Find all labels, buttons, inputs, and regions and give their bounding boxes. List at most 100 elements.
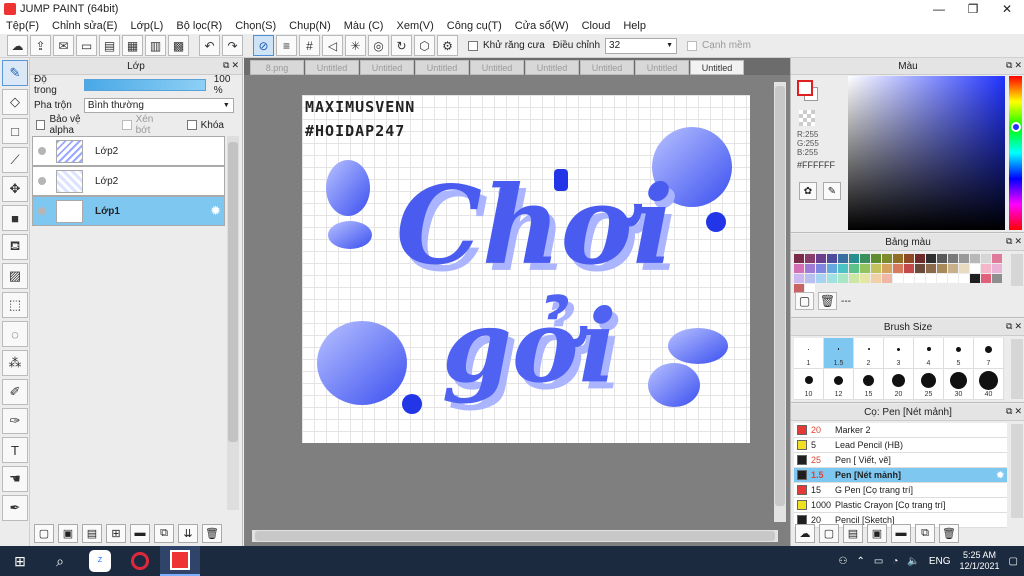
brush-size-option[interactable]: 1 [794, 338, 824, 369]
tab-document[interactable]: Untitled [525, 60, 579, 75]
hue-slider[interactable] [1009, 76, 1022, 230]
lock-checkbox[interactable]: Khóa [186, 120, 224, 131]
brush-menu-icon[interactable]: ▤ [843, 523, 863, 543]
radial-icon[interactable]: ✳ [345, 35, 366, 56]
palette-scrollbar[interactable] [1011, 254, 1023, 286]
palette-swatch[interactable] [992, 254, 1002, 263]
show-hidden-icons-icon[interactable]: ⌃ [856, 556, 864, 567]
palette-swatch[interactable] [827, 264, 837, 273]
brush-size-scrollbar[interactable] [1011, 339, 1023, 399]
palette-swatch[interactable] [893, 254, 903, 263]
move-tool-icon[interactable]: ✥ [2, 176, 28, 202]
palette-swatch[interactable] [882, 264, 892, 273]
opera-browser-icon[interactable] [120, 546, 160, 576]
tab-document[interactable]: 8.png [250, 60, 304, 75]
jump-paint-taskbar-icon[interactable] [160, 546, 200, 576]
palette-icon[interactable]: ✿ [799, 182, 817, 200]
palette-swatch[interactable] [959, 274, 969, 283]
palette-swatch[interactable] [992, 264, 1002, 273]
magic-wand-tool-icon[interactable]: ⁂ [2, 350, 28, 376]
palette-swatch[interactable] [915, 274, 925, 283]
palette-swatch[interactable] [871, 274, 881, 283]
brush-size-option[interactable]: 40 [974, 369, 1004, 400]
brush-size-option[interactable]: 4 [914, 338, 944, 369]
menu-edit[interactable]: Chỉnh sửa(E) [46, 20, 124, 32]
tab-document[interactable]: Untitled [360, 60, 414, 75]
grid-icon[interactable]: # [299, 35, 320, 56]
brush-trash-icon[interactable]: 🗑 [939, 523, 959, 543]
palette-swatch[interactable] [871, 264, 881, 273]
select-rect-tool-icon[interactable]: ⬚ [2, 292, 28, 318]
tab-document-active[interactable]: Untitled [690, 60, 744, 75]
palette-swatch[interactable] [794, 274, 804, 283]
cloud-icon[interactable]: ☁ [7, 35, 28, 56]
palette-swatch[interactable] [948, 274, 958, 283]
menu-tools[interactable]: Công cụ(T) [441, 20, 509, 32]
panel-close-icon[interactable]: ✕ [231, 60, 239, 71]
palette-swatch[interactable] [948, 254, 958, 263]
menu-select[interactable]: Chọn(S) [229, 20, 283, 32]
palette-swatch[interactable] [860, 254, 870, 263]
layer-scrollbar[interactable] [227, 136, 239, 510]
palette-swatch[interactable] [893, 264, 903, 273]
comment-icon[interactable]: ✉ [53, 35, 74, 56]
layer-item[interactable]: Lớp2 [32, 136, 225, 166]
palette-swatch[interactable] [838, 264, 848, 273]
layer-item[interactable]: Lớp2 [32, 166, 225, 196]
brush-size-option[interactable]: 1.5 [824, 338, 854, 369]
volume-icon[interactable]: 🔈 [907, 556, 919, 567]
network-icon[interactable]: ◔ [892, 556, 898, 567]
brush-tool-icon[interactable]: ✎ [2, 60, 28, 86]
soft-edge-checkbox[interactable] [687, 40, 698, 51]
tab-document[interactable]: Untitled [415, 60, 469, 75]
brush-item[interactable]: 1.5 Pen [Nét mảnh] ✹ [794, 468, 1007, 483]
hue-slider-knob[interactable] [1011, 122, 1021, 132]
page-icon[interactable]: ▤ [99, 35, 120, 56]
input-language[interactable]: ENG [929, 556, 951, 567]
new-layer-1bit-icon[interactable]: ▤ [82, 523, 102, 543]
palette-swatch[interactable] [992, 274, 1002, 283]
redo-icon[interactable]: ↷ [222, 35, 243, 56]
palette-swatch[interactable] [981, 254, 991, 263]
palette-swatch[interactable] [882, 274, 892, 283]
palette-swatch[interactable] [926, 274, 936, 283]
adjust-select[interactable]: 32 ▼ [605, 37, 678, 54]
palette-swatch[interactable] [970, 264, 980, 273]
brush-copy-icon[interactable]: ▣ [867, 523, 887, 543]
palette-swatch[interactable] [915, 264, 925, 273]
brush-size-option[interactable]: 12 [824, 369, 854, 400]
palette-swatch[interactable] [904, 254, 914, 263]
duplicate-layer-icon[interactable]: ⧉ [154, 523, 174, 543]
tab-document[interactable]: Untitled [470, 60, 524, 75]
menu-filter[interactable]: Bộ lọc(R) [170, 20, 229, 32]
tab-document[interactable]: Untitled [305, 60, 359, 75]
palette-swatch[interactable] [937, 254, 947, 263]
folder-icon[interactable]: ▬ [130, 523, 150, 543]
protect-alpha-checkbox[interactable]: Bảo vệ alpha [36, 114, 104, 136]
brush-list-scrollbar[interactable] [1011, 424, 1023, 518]
palette-swatch[interactable] [926, 264, 936, 273]
bucket-tool-icon[interactable]: ⛾ [2, 234, 28, 260]
palette-swatch[interactable] [893, 274, 903, 283]
opacity-slider[interactable] [84, 79, 206, 91]
brush-folder-icon[interactable]: ▬ [891, 523, 911, 543]
palette-swatch[interactable] [904, 274, 914, 283]
palette-swatch[interactable] [937, 274, 947, 283]
panel-close-icon[interactable]: ✕ [1014, 406, 1022, 417]
brush-item[interactable]: 15 G Pen [Cọ trang trí] [794, 483, 1007, 498]
search-icon[interactable]: ⌕ [40, 546, 80, 576]
restore-icon[interactable]: ❐ [956, 0, 990, 17]
notifications-icon[interactable]: ▢ [1009, 556, 1018, 567]
parallel-ruler-icon[interactable]: ≡ [276, 35, 297, 56]
lasso-tool-icon[interactable]: ◌ [2, 321, 28, 347]
brush-size-option[interactable]: 2 [854, 338, 884, 369]
settings-icon[interactable]: ⚙ [437, 35, 458, 56]
palette-swatch[interactable] [794, 254, 804, 263]
gear-icon[interactable]: ✹ [996, 470, 1004, 481]
undock-icon[interactable]: ⧉ [1006, 406, 1012, 417]
menu-help[interactable]: Help [617, 20, 653, 32]
undock-icon[interactable]: ⧉ [1006, 60, 1012, 71]
brush-size-option[interactable]: 3 [884, 338, 914, 369]
brush-size-option[interactable]: 7 [974, 338, 1004, 369]
people-icon[interactable]: ⚇ [839, 556, 848, 567]
